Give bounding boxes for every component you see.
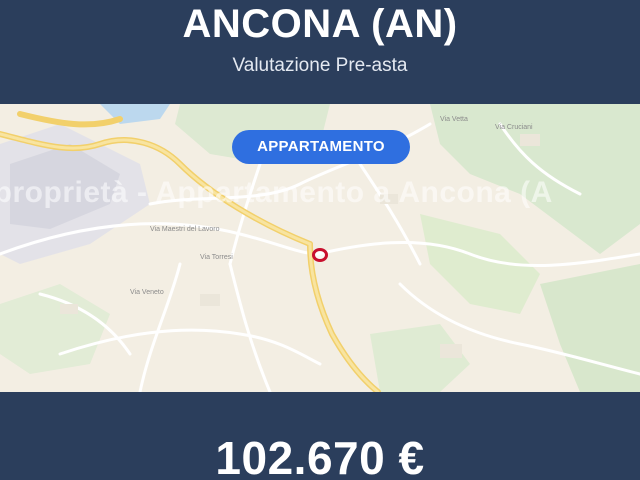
page: ANCONA (AN) Valutazione Pre-asta Via Mae… — [0, 0, 640, 480]
property-type-badge[interactable]: APPARTAMENTO — [232, 130, 410, 164]
price-value: 102.670 € — [215, 432, 425, 480]
map[interactable]: Via Maestri del Lavoro Via Torresi Via V… — [0, 104, 640, 392]
location-marker-icon[interactable] — [312, 248, 328, 262]
footer: 102.670 € — [0, 392, 640, 480]
page-title: ANCONA (AN) — [182, 2, 458, 46]
page-subtitle: Valutazione Pre-asta — [232, 55, 408, 76]
header: ANCONA (AN) Valutazione Pre-asta — [0, 0, 640, 104]
